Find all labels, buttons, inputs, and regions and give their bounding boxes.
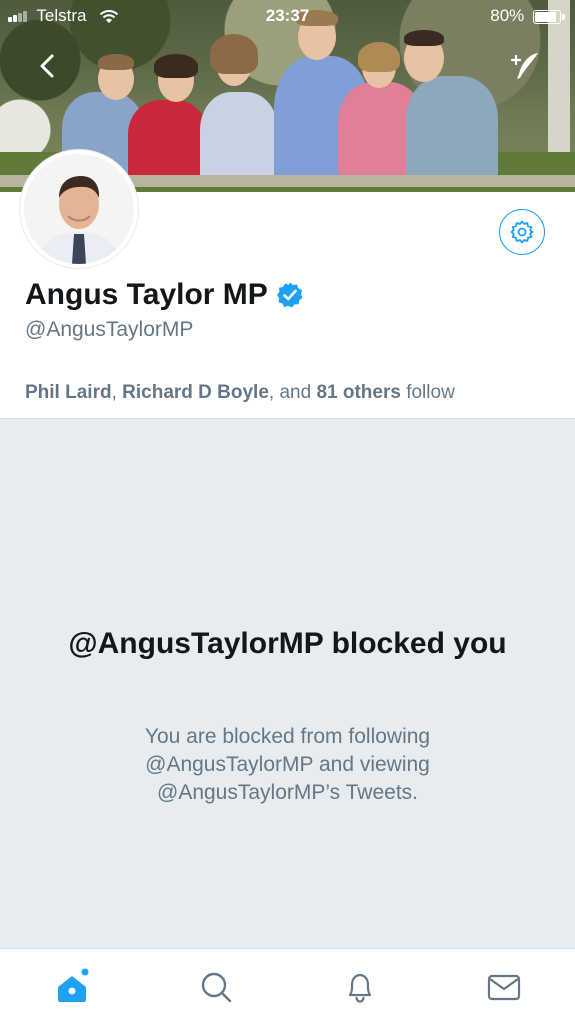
battery-percent: 80% <box>490 6 525 25</box>
banner-person-hair <box>98 54 134 70</box>
banner-person <box>200 92 278 187</box>
tab-notifications[interactable] <box>340 967 380 1007</box>
banner-person <box>128 100 208 185</box>
battery-indicator: 80% <box>490 6 565 26</box>
followers-you-know[interactable]: Phil Laird, Richard D Boyle, and 81 othe… <box>25 382 455 404</box>
feather-compose-icon <box>510 53 538 79</box>
clock: 23:37 <box>265 6 310 25</box>
tab-home[interactable] <box>52 967 92 1007</box>
battery-icon <box>533 9 565 24</box>
blocked-title: @AngusTaylorMP blocked you <box>68 627 507 660</box>
tab-search[interactable] <box>196 967 236 1007</box>
mail-icon <box>487 974 521 1001</box>
banner-person-hair <box>210 34 258 74</box>
avatar[interactable] <box>20 150 138 268</box>
profile-display-name: Angus Taylor MP <box>25 278 268 311</box>
follower-separator: , and <box>268 382 317 403</box>
banner-person <box>406 76 498 182</box>
back-button[interactable] <box>30 48 66 84</box>
gear-icon <box>510 220 534 244</box>
followers-suffix: follow <box>400 382 455 403</box>
follower-name[interactable]: Phil Laird <box>25 382 112 403</box>
banner-person-hair <box>154 54 198 78</box>
bottom-tab-bar <box>0 948 575 1025</box>
profile-settings-button[interactable] <box>499 209 545 255</box>
bell-icon <box>348 973 372 1003</box>
followers-others-count[interactable]: 81 others <box>316 382 400 403</box>
verified-badge-icon <box>276 282 303 308</box>
follower-name[interactable]: Richard D Boyle <box>122 382 269 403</box>
chevron-left-icon <box>40 54 54 78</box>
status-bar: Telstra 23:37 80% <box>0 0 575 34</box>
compose-tweet-button[interactable] <box>508 48 544 84</box>
search-icon <box>201 972 232 1003</box>
home-icon <box>58 968 89 1002</box>
follower-separator: , <box>111 382 123 403</box>
avatar-photo <box>24 154 134 264</box>
blocked-description: You are blocked from following @AngusTay… <box>144 725 431 804</box>
blocked-message-panel: @AngusTaylorMP blocked you You are block… <box>0 418 575 949</box>
profile-name: Angus Taylor MP <box>25 278 304 312</box>
tab-messages[interactable] <box>484 967 524 1007</box>
banner-person-hair <box>358 42 400 72</box>
profile-handle: @AngusTaylorMP <box>25 318 194 341</box>
